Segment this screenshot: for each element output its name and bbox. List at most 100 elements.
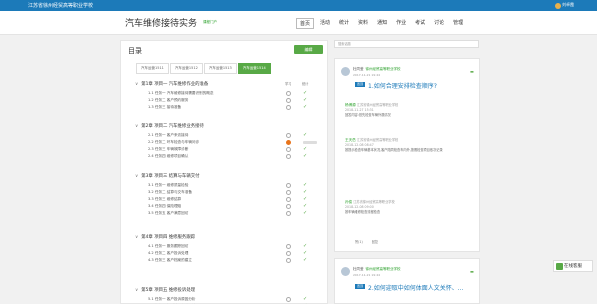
search-input[interactable]: 搜索话题: [334, 40, 479, 48]
class-tabs: 汽车运营1511 汽车运营1512 汽车运营1513 汽车运营1514: [136, 63, 272, 74]
lesson-item[interactable]: 2.2 任务二 环车检查与车辆问诊: [148, 140, 199, 145]
post-title[interactable]: 2.如何迎取中如何体面人文关怀、...: [368, 283, 463, 292]
check-icon: ✓: [303, 132, 308, 138]
progress-circle: [286, 154, 291, 159]
chapter-label: 第4章 项目四 维修服务跟踪: [141, 235, 196, 240]
reply-school: 江苏省徐州经贸高等职业学校: [353, 200, 395, 204]
nav-item[interactable]: 考试: [412, 18, 428, 29]
reply-button[interactable]: 回复: [372, 240, 378, 244]
flag-icon[interactable]: ▬: [470, 269, 474, 274]
reply-name: 杨博源: [345, 103, 356, 107]
nav-item[interactable]: 作业: [393, 18, 409, 29]
course-nav: 首页 活动 统计 资料 通知 作业 考试 讨论 管理: [296, 18, 469, 29]
reply-text: 按提示检查车辆基本状况,客户陪同检查车内外,按照检查项目依次记录: [345, 148, 443, 152]
collapse-icon[interactable]: ∨: [135, 174, 138, 179]
collapse-icon[interactable]: ∨: [135, 82, 138, 87]
like-button[interactable]: 赞(1): [355, 240, 363, 244]
post-time: 2017-11-21 19:44: [353, 73, 381, 77]
class-tab[interactable]: 汽车运营1511: [136, 63, 169, 74]
chapter-label: 第1章 项目一 汽车维修作业的准备: [141, 82, 209, 87]
progress-circle: [286, 211, 291, 216]
lesson-item[interactable]: 3.1 任务一 维修质量检验: [148, 183, 188, 188]
check-icon: ✓: [303, 153, 308, 159]
collapse-icon[interactable]: ∨: [135, 124, 138, 129]
lesson-item[interactable]: 4.2 任务二 客户投诉处理: [148, 251, 188, 256]
col-stat: 统计: [302, 82, 309, 86]
check-icon: ✓: [303, 203, 308, 209]
chapter-label: 第5章 项目五 维修投诉处理: [141, 288, 196, 293]
top-badge: 置顶: [355, 284, 366, 289]
nav-item[interactable]: 资料: [355, 18, 371, 29]
post-card: 杜同莹 徐州经贸高等职业学校 2017-11-21 19:44 ▬ 置顶 2.如何…: [334, 258, 480, 304]
check-icon: ✓: [303, 182, 308, 188]
nav-item[interactable]: 管理: [450, 18, 466, 29]
nav-item[interactable]: 首页: [296, 18, 315, 29]
lesson-item[interactable]: 1.2 任务二 客户预约服务: [148, 98, 188, 103]
progress-circle: [286, 244, 291, 249]
reply-name: 王天岳: [345, 138, 356, 142]
flag-icon[interactable]: ▬: [470, 69, 474, 74]
progress-circle: [286, 91, 291, 96]
reply-name: 孙俊: [345, 200, 353, 204]
lesson-item[interactable]: 2.4 任务四 维修项目确认: [148, 154, 188, 159]
chapter-heading[interactable]: ∨ 第4章 项目四 维修服务跟踪: [135, 234, 195, 240]
progress-circle: [286, 204, 291, 209]
lesson-item[interactable]: 3.2 任务二 结算与交车准备: [148, 190, 192, 195]
class-tab[interactable]: 汽车运营1513: [203, 63, 237, 74]
top-badge: 置顶: [355, 82, 366, 87]
class-tab[interactable]: 汽车运营1514: [237, 63, 271, 74]
progress-circle: [286, 258, 291, 263]
lesson-item[interactable]: 3.3 任务三 维修结算: [148, 197, 181, 202]
progress-circle: [286, 297, 291, 302]
nav-item[interactable]: 活动: [317, 18, 333, 29]
check-icon: ✓: [303, 189, 308, 195]
check-icon: ✓: [303, 257, 308, 263]
nav-item[interactable]: 通知: [374, 18, 390, 29]
lesson-item[interactable]: 2.3 任务三 车辆故障诊断: [148, 147, 188, 152]
discussion-panel: 搜索话题 杜同莹 徐州经贸高等职业学校 2017-11-21 19:44 ▬ 置顶…: [334, 40, 480, 304]
check-icon: ✓: [303, 296, 308, 302]
collapse-icon[interactable]: ∨: [135, 235, 138, 240]
online-service-label: 在线客服: [564, 264, 582, 269]
post-card: 杜同莹 徐州经贸高等职业学校 2017-11-21 19:44 ▬ 置顶 1.如何…: [334, 58, 480, 252]
reply-school: 江苏省徐州经贸高等职业学校: [356, 103, 399, 107]
user-name[interactable]: 刘卓霞: [562, 2, 574, 8]
lesson-item[interactable]: 3.4 任务四 保险理赔: [148, 204, 181, 209]
check-icon: ✓: [303, 243, 308, 249]
chapter-heading[interactable]: ∨ 第5章 项目五 维修投诉处理: [135, 287, 195, 293]
check-icon: ✓: [303, 97, 308, 103]
top-bar: 江苏省徐州经贸高等职业学校 刘卓霞: [0, 0, 597, 11]
lesson-item[interactable]: 1.3 任务三 接待准备: [148, 105, 181, 110]
check-icon: ✓: [303, 90, 308, 96]
chapter-heading[interactable]: ∨ 第1章 项目一 汽车维修作业的准备: [135, 81, 208, 87]
progress-circle: [286, 197, 291, 202]
lesson-item[interactable]: 4.3 任务三 客户档案的建立: [148, 258, 192, 263]
user-avatar[interactable]: [555, 3, 561, 9]
progress-circle: [286, 98, 291, 103]
nav-item[interactable]: 讨论: [431, 18, 447, 29]
nav-item[interactable]: 统计: [336, 18, 352, 29]
post-title[interactable]: 1.如何合理安排检查顺序?: [368, 81, 437, 90]
post-author: 杜同莹 徐州经贸高等职业学校: [353, 67, 401, 71]
course-subtitle[interactable]: 课程门户: [203, 20, 217, 25]
class-tab[interactable]: 汽车运营1512: [169, 63, 203, 74]
collapse-icon[interactable]: ∨: [135, 288, 138, 293]
avatar: [341, 267, 350, 276]
school-name: 江苏省徐州经贸高等职业学校: [28, 3, 94, 9]
avatar: [341, 67, 350, 76]
lesson-item[interactable]: 1.1 任务一 汽车维修接待需要识别的概念: [148, 91, 214, 96]
lesson-item[interactable]: 4.1 任务一 服务跟踪回访: [148, 244, 188, 249]
check-icon: ✓: [303, 196, 308, 202]
online-service-button[interactable]: 在线客服: [553, 260, 593, 272]
lesson-item[interactable]: 5.1 任务一 客户投诉原因分析: [148, 297, 196, 302]
post-time: 2017-11-21 19:44: [353, 273, 381, 277]
edit-button[interactable]: 编辑: [294, 45, 323, 54]
chapter-label: 第2章 项目二 汽车维修业务接待: [141, 124, 204, 129]
lesson-item[interactable]: 3.5 任务五 客户满意回访: [148, 211, 188, 216]
progress-circle: [286, 140, 291, 145]
progress-circle: [286, 105, 291, 110]
chapter-heading[interactable]: ∨ 第2章 项目二 汽车维修业务接待: [135, 123, 204, 129]
lesson-item[interactable]: 2.1 任务一 客户来访接待: [148, 133, 188, 138]
chapter-heading[interactable]: ∨ 第3章 项目三 结算与车辆交付: [135, 173, 200, 179]
reply-item: 孙俊 江苏省徐州经贸高等职业学校 2018-12-08 09:00 按车辆维修检…: [345, 199, 475, 214]
